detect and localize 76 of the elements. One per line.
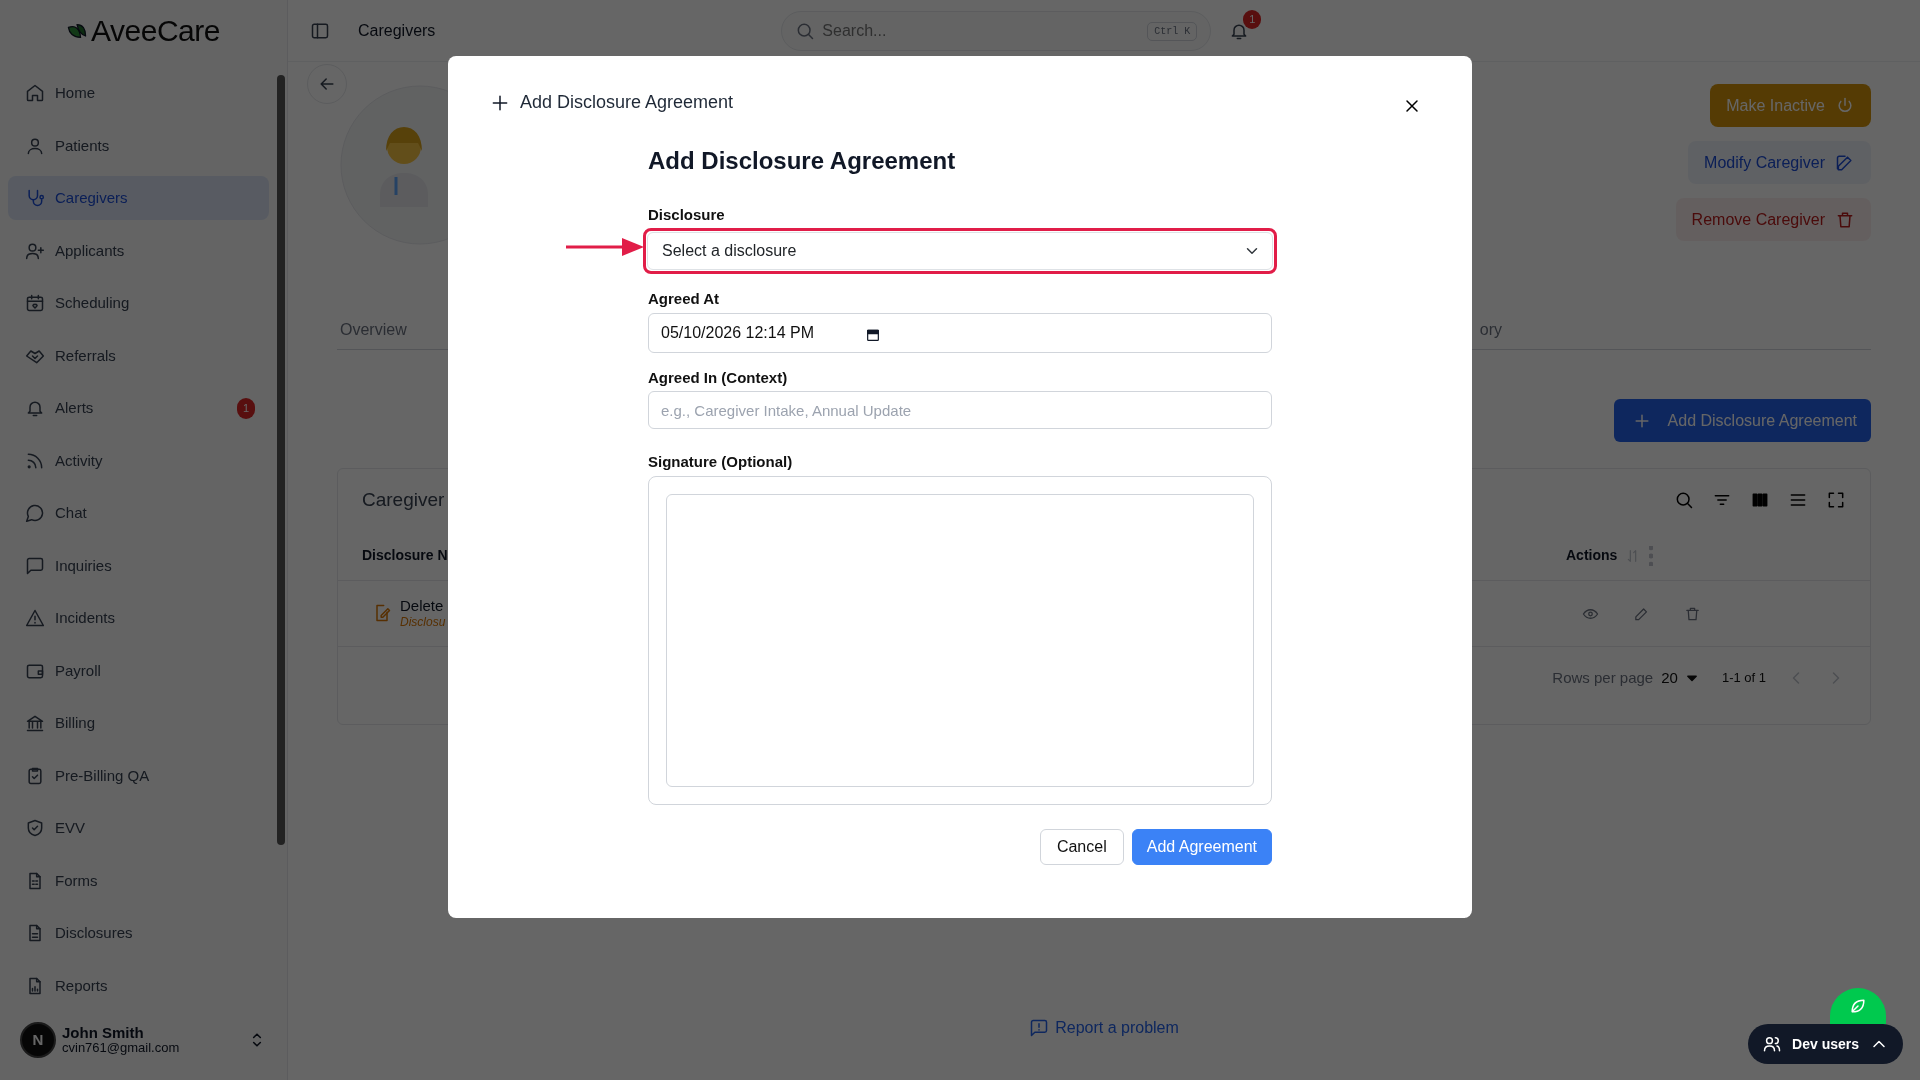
user-name: John Smith	[62, 1024, 145, 1042]
sidebar-item[interactable]: Applicants	[8, 229, 269, 273]
search-icon	[1674, 490, 1694, 510]
sidebar-item[interactable]: Pre-Billing QA	[8, 754, 269, 798]
sidebar-item[interactable]: Forms	[8, 859, 269, 903]
rss-icon	[25, 451, 45, 471]
column-header: Actions	[1566, 546, 1618, 565]
sidebar-item[interactable]: Patients	[8, 124, 269, 168]
fullscreen-button[interactable]	[1826, 490, 1846, 510]
app-logo: AveeCare	[91, 13, 220, 50]
person-icon	[25, 136, 45, 156]
dev-users-button[interactable]: Dev users	[1748, 1024, 1903, 1064]
calendar-icon	[25, 293, 45, 314]
field-label: Agreed At	[648, 289, 721, 310]
sidebar-item[interactable]: Incidents	[8, 596, 269, 641]
assistant-button[interactable]	[1830, 988, 1886, 1024]
field-label: Disclosure	[648, 204, 726, 225]
clipboard-check-icon	[25, 766, 45, 786]
sidebar-item[interactable]: Referrals	[8, 334, 269, 378]
modify-button[interactable]: Modify Caregiver	[1688, 141, 1871, 184]
sidebar-item[interactable]: Chat	[8, 491, 269, 536]
card-title: Caregiver	[362, 487, 445, 512]
column-header: Disclosure N	[362, 546, 449, 565]
scrollbar[interactable]	[277, 75, 285, 846]
remove-button[interactable]: Remove Caregiver	[1675, 198, 1871, 241]
sidebar-item[interactable]: Reports	[8, 964, 269, 1008]
leaf-icon	[1848, 996, 1868, 1016]
modal-title: Add Disclosure Agreement	[520, 91, 734, 114]
message-alert-icon	[1029, 1018, 1050, 1038]
tab[interactable]: Overview	[337, 310, 410, 349]
sidebar-item[interactable]: Home	[8, 71, 269, 116]
count-badge: 1	[1243, 10, 1262, 29]
cancel-button[interactable]: Cancel	[1039, 828, 1124, 865]
rows-per-page-label: Rows per page	[1552, 667, 1654, 688]
shield-check-icon	[25, 818, 45, 839]
add-agreement-button[interactable]: Add Agreement	[1131, 828, 1272, 865]
context-input[interactable]: e.g., Caregiver Intake, Annual Update	[648, 391, 1272, 430]
sidebar-item[interactable]: Activity	[8, 439, 269, 483]
form-heading: Add Disclosure Agreement	[648, 147, 957, 176]
search-button[interactable]	[1674, 490, 1694, 510]
wallet-icon	[25, 661, 45, 681]
sidebar-item[interactable]: EVV	[8, 806, 269, 851]
sidebar-item[interactable]: Inquiries	[8, 544, 269, 588]
sidebar-item[interactable]: Billing	[8, 701, 269, 746]
user-avatar: N	[20, 1022, 56, 1059]
warning-icon	[25, 608, 45, 629]
page-range: 1-1 of 1	[1721, 669, 1766, 688]
tab[interactable]: ory	[1476, 310, 1505, 349]
date-time-field[interactable]: 05/10/2026 12:14 PM	[648, 312, 1272, 353]
add-agreement-button[interactable]: Add Disclosure Agreement	[1613, 399, 1871, 442]
field-label: Agreed In (Context)	[648, 367, 789, 388]
sidebar-item[interactable]: Alerts 1	[8, 386, 269, 431]
users-icon	[1762, 1034, 1783, 1054]
rows-per-page-select[interactable]: 20	[1661, 666, 1702, 690]
sidebar-item[interactable]: Caregivers	[8, 176, 269, 221]
fullscreen-icon	[1826, 490, 1846, 510]
disclosure-select[interactable]: Select a disclosure	[647, 232, 1273, 271]
person-plus-icon	[25, 241, 45, 261]
back-button[interactable]	[307, 64, 347, 104]
stethoscope-icon	[25, 188, 45, 209]
columns-button[interactable]	[1750, 490, 1770, 510]
user-email: cvin761@gmail.com	[62, 1041, 180, 1057]
chat-bubble-icon	[25, 503, 45, 524]
row-subtitle: Disclosu	[400, 615, 446, 630]
bank-icon	[25, 713, 45, 734]
report-problem-link[interactable]: Report a problem	[1029, 1016, 1179, 1040]
columns-icon	[1750, 490, 1770, 510]
page-title: Caregivers	[358, 20, 436, 41]
kebab-icon	[1649, 545, 1654, 566]
house-icon	[25, 83, 45, 104]
sidebar-item[interactable]: Payroll	[8, 649, 269, 693]
sidebar-item[interactable]: Scheduling	[8, 281, 269, 326]
row-title: Delete	[400, 597, 445, 616]
field-label: Signature (Optional)	[648, 452, 794, 473]
count-badge: 1	[236, 398, 255, 419]
sidebar-item[interactable]: Disclosures	[8, 911, 269, 956]
